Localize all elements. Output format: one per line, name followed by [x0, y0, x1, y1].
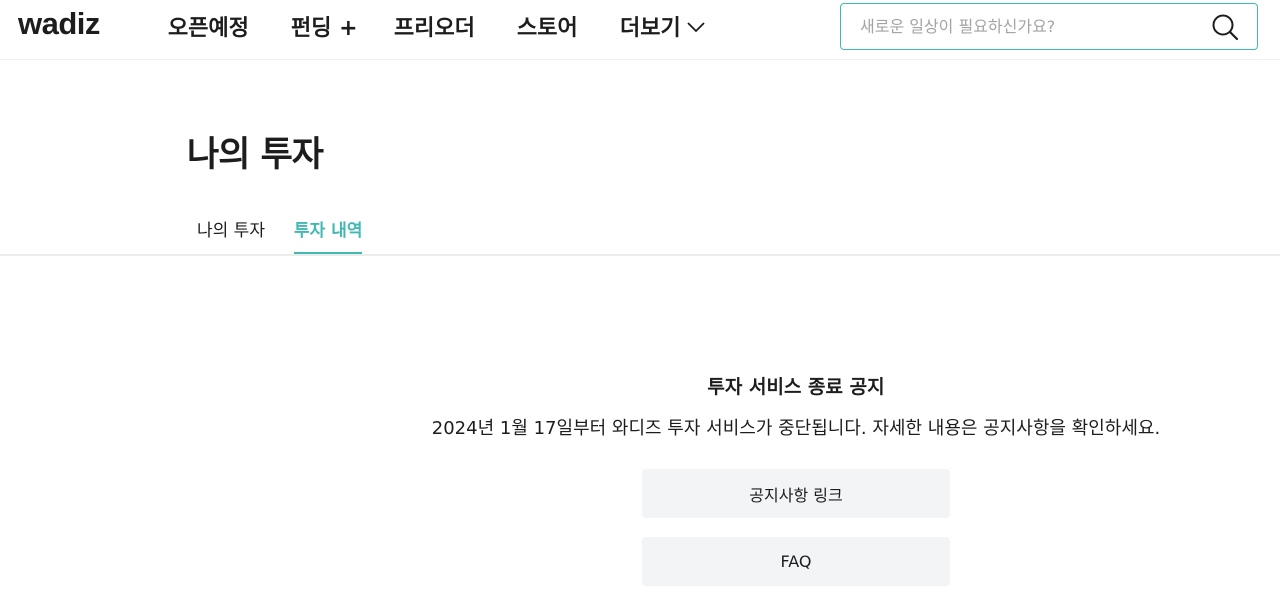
search-icon[interactable] — [1211, 13, 1239, 41]
nav-item-preorder[interactable]: 프리오더 — [394, 10, 475, 42]
top-header: wadiz 오픈예정 펀딩 + 프리오더 스토어 더보기 — [0, 0, 1280, 60]
tab-my-investment[interactable]: 나의 투자 — [197, 216, 265, 254]
notice-title: 투자 서비스 종료 공지 — [707, 376, 885, 398]
nav-item-funding[interactable]: 펀딩 + — [291, 10, 358, 42]
wadiz-logo[interactable]: wadiz — [18, 6, 100, 42]
tab-investment-history[interactable]: 투자 내역 — [294, 216, 363, 254]
search-box — [840, 3, 1258, 50]
nav-item-coming-soon[interactable]: 오픈예정 — [168, 10, 249, 42]
notice-link-button[interactable]: 공지사항 링크 — [642, 469, 950, 518]
page-title: 나의 투자 — [187, 135, 324, 175]
nav-item-more-label: 더보기 — [620, 16, 681, 41]
faq-button[interactable]: FAQ — [642, 537, 950, 586]
tab-bar: 나의 투자 투자 내역 — [0, 200, 1280, 256]
nav-item-more[interactable]: 더보기 — [620, 10, 705, 42]
notice-body: 2024년 1월 17일부터 와디즈 투자 서비스가 중단됩니다. 자세한 내용… — [431, 418, 1161, 439]
search-input[interactable] — [842, 5, 1202, 48]
chevron-down-icon — [687, 14, 705, 39]
nav-item-store[interactable]: 스토어 — [517, 10, 578, 42]
